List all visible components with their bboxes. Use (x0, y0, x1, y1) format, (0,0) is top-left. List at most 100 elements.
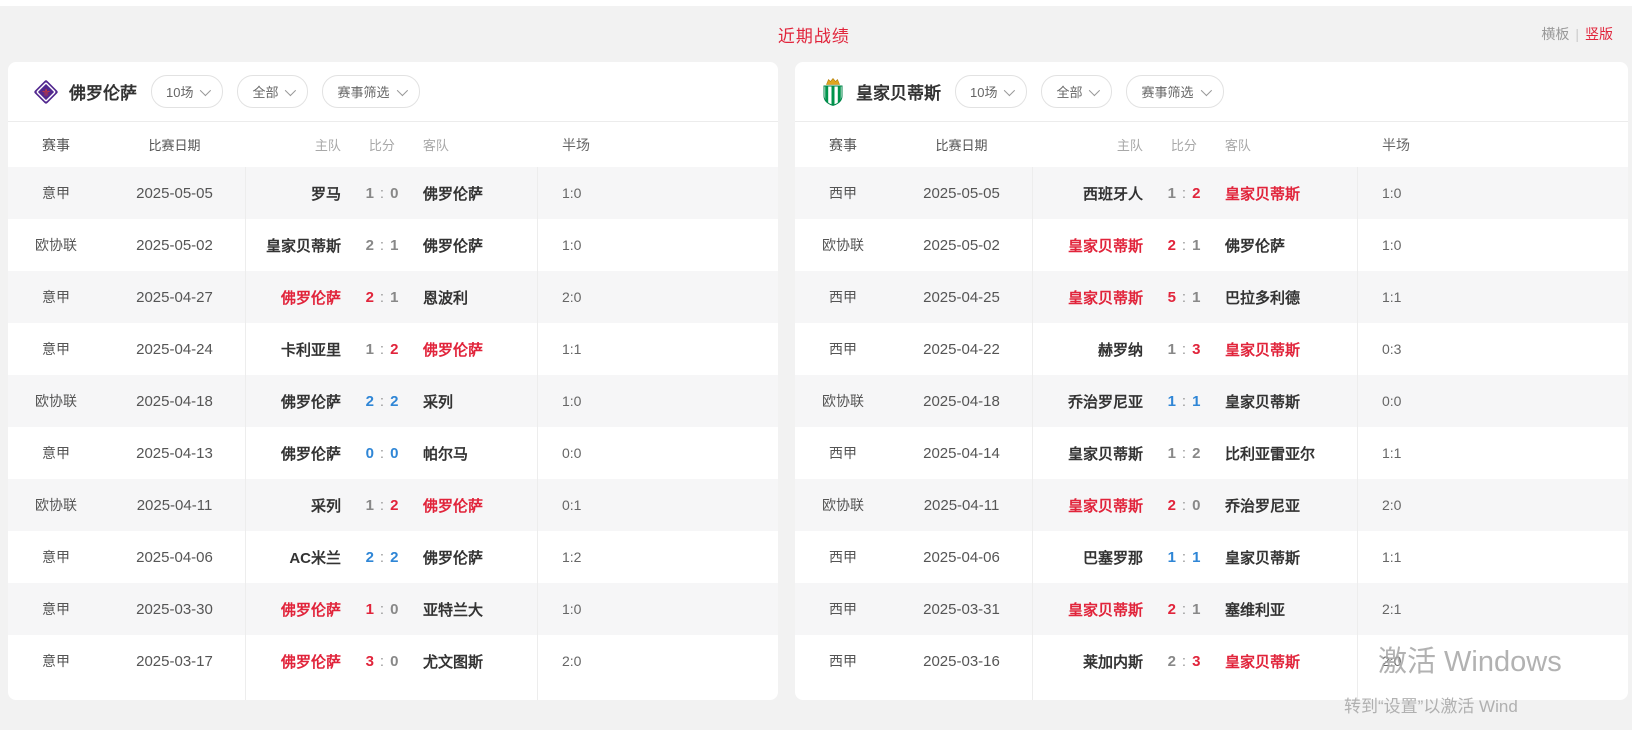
scope-label: 全部 (1056, 82, 1082, 101)
scope-label: 全部 (252, 82, 278, 101)
competition-filter-label: 赛事筛选 (337, 82, 389, 101)
score-colon: : (1182, 601, 1186, 618)
match-row[interactable]: 西甲 2025-03-16 莱加内斯 2 : 3 皇家贝蒂斯 2:0 (795, 635, 1628, 687)
match-row[interactable]: 意甲 2025-05-05 罗马 1 : 0 佛罗伦萨 1:0 (8, 167, 778, 219)
match-row[interactable]: 欧协联 2025-05-02 皇家贝蒂斯 2 : 1 佛罗伦萨 1:0 (795, 219, 1628, 271)
competition-cell: 西甲 (795, 287, 891, 307)
match-row[interactable]: 西甲 2025-03-31 皇家贝蒂斯 2 : 1 塞维利亚 2:1 (795, 583, 1628, 635)
score-colon: : (380, 601, 384, 618)
away-team-name: 亚特兰大 (413, 599, 537, 620)
away-team-name: 皇家贝蒂斯 (1215, 547, 1357, 568)
half-time-cell: 2:0 (1358, 497, 1628, 513)
score-cell: 采列 1 : 2 佛罗伦萨 (245, 479, 538, 531)
date-cell: 2025-03-17 (104, 653, 245, 670)
match-row[interactable]: 欧协联 2025-04-11 采列 1 : 2 佛罗伦萨 0:1 (8, 479, 778, 531)
score-cell: 皇家贝蒂斯 2 : 1 佛罗伦萨 (245, 219, 538, 271)
match-count-label: 10场 (166, 82, 193, 101)
svg-text:⚜: ⚜ (41, 87, 51, 99)
score-cell: 赫罗纳 1 : 3 皇家贝蒂斯 (1032, 323, 1358, 375)
column-header-away: 客队 (413, 135, 538, 154)
scope-dropdown[interactable]: 全部 (237, 75, 308, 108)
column-header-half: 半场 (1358, 135, 1628, 155)
home-team-name: 佛罗伦萨 (246, 287, 351, 308)
away-team-name: 尤文图斯 (413, 651, 537, 672)
home-score: 3 (366, 653, 374, 670)
away-team-name: 皇家贝蒂斯 (1215, 339, 1357, 360)
match-row[interactable]: 意甲 2025-03-30 佛罗伦萨 1 : 0 亚特兰大 1:0 (8, 583, 778, 635)
team-panel-fiorentina: ⚜ 佛罗伦萨 10场 全部 赛事筛选 赛事 比赛日期 主队 比分 (8, 62, 778, 700)
score-cell: 罗马 1 : 0 佛罗伦萨 (245, 167, 538, 219)
competition-filter-dropdown[interactable]: 赛事筛选 (1126, 75, 1223, 108)
column-header-home: 主队 (245, 135, 351, 154)
match-row[interactable]: 西甲 2025-05-05 西班牙人 1 : 2 皇家贝蒂斯 1:0 (795, 167, 1628, 219)
home-score: 1 (366, 341, 374, 358)
match-row[interactable]: 西甲 2025-04-22 赫罗纳 1 : 3 皇家贝蒂斯 0:3 (795, 323, 1628, 375)
column-header-date: 比赛日期 (891, 135, 1032, 154)
away-score: 0 (390, 185, 398, 202)
scope-dropdown[interactable]: 全部 (1041, 75, 1112, 108)
match-row[interactable]: 欧协联 2025-05-02 皇家贝蒂斯 2 : 1 佛罗伦萨 1:0 (8, 219, 778, 271)
date-cell: 2025-04-22 (891, 341, 1032, 358)
away-team-name: 佛罗伦萨 (1215, 235, 1357, 256)
competition-cell: 意甲 (8, 651, 104, 671)
home-team-name: 佛罗伦萨 (246, 651, 351, 672)
layout-toggle: 横板 | 竖版 (1541, 24, 1613, 44)
match-row[interactable]: 西甲 2025-04-06 巴塞罗那 1 : 1 皇家贝蒂斯 1:1 (795, 531, 1628, 583)
match-row[interactable]: 欧协联 2025-04-11 皇家贝蒂斯 2 : 0 乔治罗尼亚 2:0 (795, 479, 1628, 531)
home-score: 2 (366, 549, 374, 566)
date-cell: 2025-04-06 (104, 549, 245, 566)
score-cell: 佛罗伦萨 3 : 0 尤文图斯 (245, 635, 538, 687)
home-score: 1 (1168, 393, 1176, 410)
match-count-dropdown[interactable]: 10场 (151, 75, 223, 108)
betis-logo-icon (819, 77, 847, 107)
home-team-name: 采列 (246, 495, 351, 516)
half-time-cell: 1:2 (538, 549, 778, 565)
layout-horizontal-option[interactable]: 横板 (1541, 24, 1569, 44)
score-cell: 佛罗伦萨 0 : 0 帕尔马 (245, 427, 538, 479)
score-colon: : (1182, 497, 1186, 514)
column-header-score: 比分 (351, 135, 413, 154)
match-row[interactable]: 意甲 2025-04-27 佛罗伦萨 2 : 1 恩波利 2:0 (8, 271, 778, 323)
header-bar: 近期战绩 横板 | 竖版 (0, 6, 1632, 56)
away-score: 1 (1192, 393, 1200, 410)
score-cell: 皇家贝蒂斯 1 : 2 比利亚雷亚尔 (1032, 427, 1358, 479)
away-score: 0 (390, 445, 398, 462)
competition-cell: 欧协联 (795, 495, 891, 515)
home-score: 5 (1168, 289, 1176, 306)
date-cell: 2025-04-18 (104, 393, 245, 410)
match-row[interactable]: 西甲 2025-04-14 皇家贝蒂斯 1 : 2 比利亚雷亚尔 1:1 (795, 427, 1628, 479)
match-row[interactable]: 欧协联 2025-04-18 乔治罗尼亚 1 : 1 皇家贝蒂斯 0:0 (795, 375, 1628, 427)
layout-vertical-option[interactable]: 竖版 (1585, 24, 1613, 44)
date-cell: 2025-04-11 (104, 497, 245, 514)
away-score: 1 (1192, 289, 1200, 306)
half-time-cell: 0:0 (538, 445, 778, 461)
home-team-name: 皇家贝蒂斯 (1033, 235, 1153, 256)
match-row[interactable]: 意甲 2025-03-17 佛罗伦萨 3 : 0 尤文图斯 2:0 (8, 635, 778, 687)
competition-cell: 西甲 (795, 547, 891, 567)
half-time-cell: 1:1 (1358, 549, 1628, 565)
home-score: 2 (1168, 653, 1176, 670)
home-team-name: 卡利亚里 (246, 339, 351, 360)
away-score: 2 (390, 497, 398, 514)
home-team-name: 皇家贝蒂斯 (246, 235, 351, 256)
score-colon: : (1182, 393, 1186, 410)
home-score: 2 (1168, 601, 1176, 618)
away-team-name: 佛罗伦萨 (413, 235, 537, 256)
column-header-competition: 赛事 (8, 135, 104, 155)
score-colon: : (1182, 445, 1186, 462)
score-cell: 皇家贝蒂斯 2 : 1 塞维利亚 (1032, 583, 1358, 635)
match-row[interactable]: 意甲 2025-04-24 卡利亚里 1 : 2 佛罗伦萨 1:1 (8, 323, 778, 375)
match-row[interactable]: 意甲 2025-04-13 佛罗伦萨 0 : 0 帕尔马 0:0 (8, 427, 778, 479)
match-count-dropdown[interactable]: 10场 (955, 75, 1027, 108)
home-score: 2 (1168, 237, 1176, 254)
match-row[interactable]: 意甲 2025-04-06 AC米兰 2 : 2 佛罗伦萨 1:2 (8, 531, 778, 583)
match-row[interactable]: 西甲 2025-04-25 皇家贝蒂斯 5 : 1 巴拉多利德 1:1 (795, 271, 1628, 323)
home-team-name: 皇家贝蒂斯 (1033, 287, 1153, 308)
date-cell: 2025-05-02 (104, 237, 245, 254)
half-time-cell: 1:1 (1358, 445, 1628, 461)
half-time-cell: 1:0 (538, 185, 778, 201)
competition-filter-dropdown[interactable]: 赛事筛选 (322, 75, 419, 108)
match-row[interactable]: 欧协联 2025-04-18 佛罗伦萨 2 : 2 采列 1:0 (8, 375, 778, 427)
date-cell: 2025-05-02 (891, 237, 1032, 254)
away-team-name: 佛罗伦萨 (413, 495, 537, 516)
